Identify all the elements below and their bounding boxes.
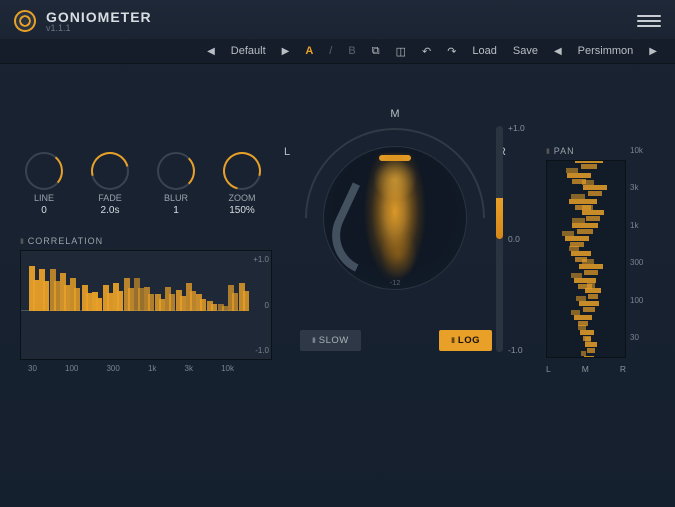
knob-ring-icon [91,152,129,190]
paste-icon[interactable]: ◫ [392,45,410,58]
gonio-db-scale: -12 [390,278,401,287]
copy-icon[interactable]: ⧉ [368,45,384,58]
gonio-label-m: M [390,108,399,120]
knob-label: BLUR [164,193,188,203]
meter-fill [496,198,503,239]
knob-zoom[interactable]: ZOOM 150% [218,152,266,216]
knob-value: 1 [173,205,179,216]
meter-tick: -1.0 [508,345,523,355]
goniometer: M L R -12 [290,114,500,304]
knob-value: 2.0s [101,205,120,216]
preset-name[interactable]: Default [227,45,270,57]
ab-separator: / [325,45,336,57]
gonio-label-l: L [284,146,290,158]
menu-icon[interactable] [637,15,661,27]
knob-label: FADE [98,193,122,203]
gonio-buttons: SLOW LOG [300,330,492,351]
knob-blur[interactable]: BLUR 1 [152,152,200,216]
ab-b-button[interactable]: B [344,45,359,57]
knob-value: 0 [41,205,47,216]
correlation-panel: CORRELATION +1.0 0 -1.0 30 100 300 1k 3k… [20,236,272,373]
meter-tick: 0.0 [508,234,520,244]
slow-button[interactable]: SLOW [300,330,361,351]
knob-label: ZOOM [229,193,256,203]
skin-next-button[interactable]: ▶ [645,46,661,57]
correlation-y-axis: +1.0 0 -1.0 [245,251,269,359]
load-button[interactable]: Load [468,45,500,57]
correlation-x-axis: 30 100 300 1k 3k 10k [20,360,242,373]
correlation-chart[interactable]: +1.0 0 -1.0 [20,250,272,360]
correlation-title: CORRELATION [20,236,272,246]
preset-toolbar: ◀ Default ▶ A / B ⧉ ◫ ↶ ↷ Load Save ◀ Pe… [0,38,675,64]
app-logo-icon [14,10,36,32]
pan-y-axis: 10k 3k 1k 300 100 30 [630,146,643,342]
knob-fade[interactable]: FADE 2.0s [86,152,134,216]
main-panel: LINE 0 FADE 2.0s BLUR 1 ZOOM 150% CORREL… [0,64,675,507]
knob-ring-icon [223,152,261,190]
knob-label: LINE [34,193,54,203]
skin-prev-button[interactable]: ◀ [550,46,566,57]
app-header: GONIOMETER v1.1.1 [0,0,675,38]
knob-ring-icon [157,152,195,190]
gonio-scatter-cloud [360,153,430,283]
ab-a-button[interactable]: A [301,45,317,57]
knob-row: LINE 0 FADE 2.0s BLUR 1 ZOOM 150% [20,152,266,216]
preset-next-button[interactable]: ▶ [278,46,294,57]
log-button[interactable]: LOG [439,330,492,351]
knob-value: 150% [229,205,255,216]
skin-name[interactable]: Persimmon [574,45,638,57]
app-version: v1.1.1 [46,23,152,33]
knob-ring-icon [25,152,63,190]
correlation-meter[interactable]: +1.0 0.0 -1.0 [492,126,526,352]
undo-icon[interactable]: ↶ [418,45,435,58]
save-button[interactable]: Save [509,45,542,57]
title-block: GONIOMETER v1.1.1 [46,9,152,33]
pan-x-axis: L M R [546,364,626,374]
preset-prev-button[interactable]: ◀ [203,46,219,57]
pan-chart[interactable] [546,160,626,358]
pan-panel: PAN 10k 3k 1k 300 100 30 L M R [546,146,650,358]
meter-tick: +1.0 [508,123,525,133]
gonio-scope[interactable]: -12 [305,128,485,308]
redo-icon[interactable]: ↷ [443,45,460,58]
knob-line[interactable]: LINE 0 [20,152,68,216]
